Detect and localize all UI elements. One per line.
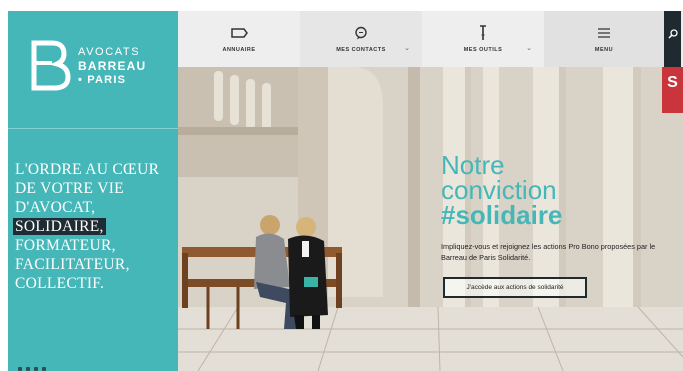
chevron-down-icon: ⌄ [526,45,532,52]
nav-mes-contacts[interactable]: MES CONTACTS ⌄ [300,11,422,67]
nav-mes-outils-label: MES OUTILS [463,47,503,53]
chat-bubble-icon [354,25,368,41]
search-button[interactable] [664,11,681,67]
carousel-dot[interactable] [34,367,38,371]
nav-menu[interactable]: MENU [544,11,664,67]
carousel-dots[interactable] [18,367,46,371]
tagline-part-2: FORMATEUR, FACILITATEUR, COLLECTIF. [15,237,130,292]
nav-annuaire[interactable]: ANNUAIRE [178,11,300,67]
sidebar: AVOCATS BARREAU • PARIS L'ORDRE AU CŒUR … [8,11,185,371]
tagline-highlight: SOLIDAIRE, [13,218,106,235]
hero-banner: S Notre conviction #solidaire Impliquez-… [178,67,683,371]
directory-icon [229,25,249,41]
hero-title-line-3: #solidaire [441,200,563,230]
nav-mes-outils[interactable]: MES OUTILS ⌄ [422,11,544,67]
logo-avocats: AVOCATS [78,46,141,58]
nav-mes-contacts-label: MES CONTACTS [336,47,386,53]
logo[interactable]: AVOCATS BARREAU • PARIS [30,39,175,109]
sidebar-divider [8,128,178,129]
chevron-down-icon: ⌄ [404,45,410,52]
carousel-dot[interactable] [26,367,30,371]
logo-barreau: BARREAU [78,59,147,73]
solidarity-actions-button[interactable]: J'accède aux actions de solidarité [443,277,587,298]
top-navigation: ANNUAIRE MES CONTACTS ⌄ MES OUTILS ⌄ MEN… [178,11,683,67]
hero-title: Notre conviction #solidaire [441,152,681,230]
sidebar-tagline: L'ORDRE AU CŒUR DE VOTRE VIE D'AVOCAT, S… [13,160,183,293]
tools-icon [478,25,488,41]
logo-paris: • PARIS [78,74,127,86]
hero-description: Impliquez-vous et rejoignez les actions … [441,242,656,262]
side-badge-letter: S [667,74,678,91]
nav-annuaire-label: ANNUAIRE [222,47,256,53]
carousel-dot[interactable] [42,367,46,371]
carousel-dot[interactable] [18,367,22,371]
search-icon [667,29,678,39]
tagline-part-1: L'ORDRE AU CŒUR DE VOTRE VIE D'AVOCAT, [15,161,160,216]
logo-mark-icon [31,40,71,91]
nav-menu-label: MENU [594,47,614,53]
side-badge[interactable]: S [662,67,683,113]
hamburger-icon [598,25,610,41]
